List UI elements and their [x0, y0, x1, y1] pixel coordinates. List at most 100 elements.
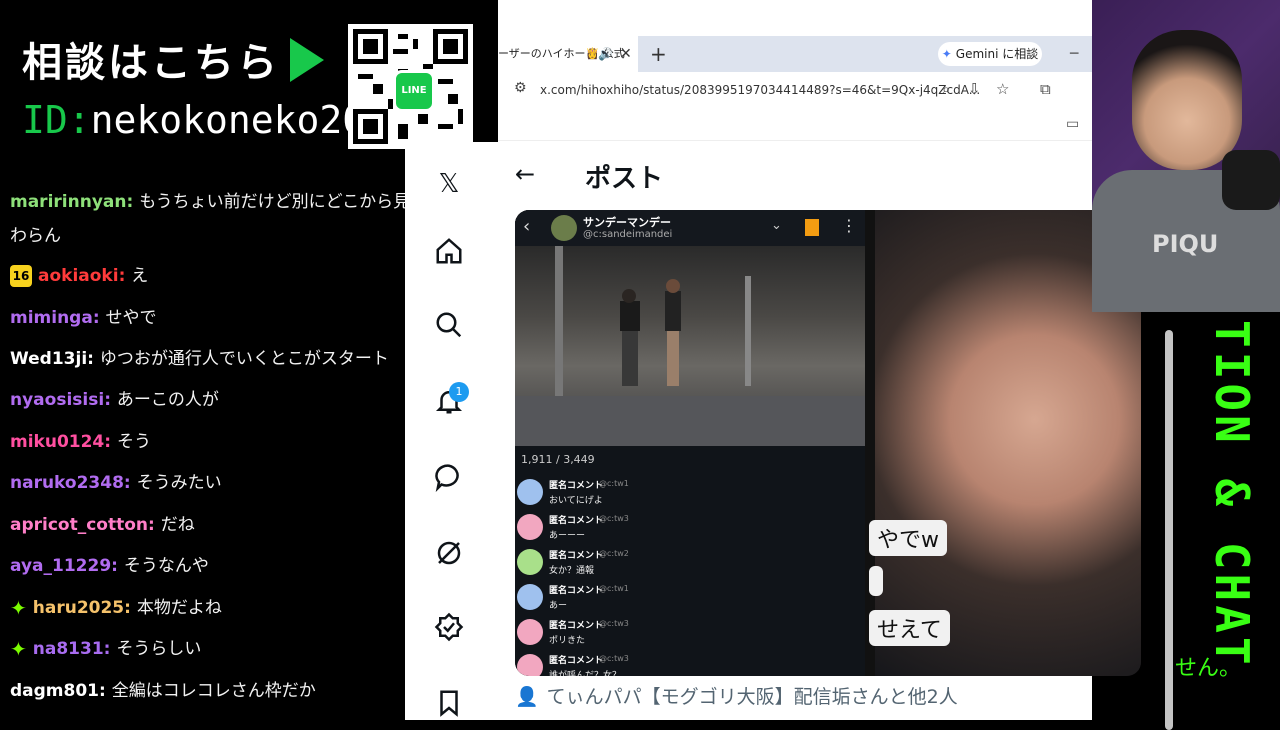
- chat-separator: :: [148, 515, 161, 535]
- chat-message: ✦ na8131: そうらしい: [10, 635, 405, 663]
- streamer-head: [1132, 30, 1242, 170]
- chat-text: ゆつおが通行人でいくとこがスタート: [99, 349, 389, 369]
- chat-text: あーこの人が: [116, 390, 219, 410]
- chat-username[interactable]: miminga: [10, 308, 93, 328]
- overlay-decoration: TION & CHAT せん。: [1175, 310, 1280, 720]
- chat-separator: :: [104, 390, 117, 410]
- viewer-count-text: 1,911 / 3,449: [521, 453, 595, 466]
- chat-separator: :: [103, 639, 117, 659]
- phone-comment: 匿名コメント @c:tw1 あー: [515, 581, 865, 615]
- comment-text: おいてにげよ: [549, 496, 603, 506]
- phone-comment: 匿名コメント @c:tw2 女か？通報: [515, 546, 865, 580]
- sparkle-badge-icon: ✦: [10, 596, 27, 620]
- browser-tab-active[interactable]: ーザーのハイホー👸 公式: [498, 36, 638, 72]
- chat-username[interactable]: na8131: [33, 639, 104, 659]
- chat-username[interactable]: maririnnyan: [10, 192, 126, 212]
- close-tab-icon[interactable]: ✕: [620, 36, 632, 72]
- overlay-vertical-text: TION & CHAT: [1205, 320, 1259, 669]
- chat-text: え: [131, 266, 149, 286]
- post-media[interactable]: ‹ サンデーマンデー @c:sandeimandei ⌄ ⋮ 1,911 / 3…: [515, 210, 1141, 676]
- comment-handle: @c:tw1: [599, 584, 629, 593]
- chat-message: dagm801: 全編はコレコレさん枠だか: [10, 677, 405, 705]
- embedded-phone-screen: ‹ サンデーマンデー @c:sandeimandei ⌄ ⋮ 1,911 / 3…: [515, 210, 865, 676]
- chat-username[interactable]: dagm801: [10, 681, 99, 701]
- comment-handle: @c:tw3: [599, 619, 629, 628]
- chat-username[interactable]: Wed13ji: [10, 349, 87, 369]
- smiley-avatar-icon: [517, 549, 543, 575]
- x-sidebar: 𝕏 1: [405, 142, 495, 720]
- phone-back-icon: ‹: [523, 216, 531, 237]
- comment-handle: @c:tw3: [599, 514, 629, 523]
- chat-separator: :: [99, 681, 112, 701]
- back-arrow-icon[interactable]: ←: [515, 160, 535, 188]
- chat-text: わらん: [10, 226, 61, 246]
- site-info-icon[interactable]: ⚙: [514, 80, 527, 96]
- phone-comment: 匿名コメント @c:tw3 誰が呼んだ？女？: [515, 651, 865, 676]
- comment-author: 匿名コメント: [549, 481, 604, 491]
- install-icon[interactable]: ⇩: [968, 80, 981, 98]
- comment-handle: @c:tw2: [599, 549, 629, 558]
- microphone: [1222, 150, 1280, 210]
- gemini-button[interactable]: ✦ Gemini に相談: [938, 42, 1042, 66]
- new-tab-button[interactable]: +: [650, 36, 667, 72]
- phone-comment: 匿名コメント @c:tw3 あーーー: [515, 511, 865, 545]
- banner-title: 相談はこちら: [22, 40, 280, 86]
- chat-username[interactable]: nyaosisisi: [10, 390, 104, 410]
- chat-username[interactable]: miku0124: [10, 432, 104, 452]
- chat-separator: :: [118, 266, 132, 286]
- id-label: ID:: [22, 98, 91, 142]
- extensions-icon[interactable]: ⧉: [1040, 80, 1051, 98]
- minimize-button[interactable]: ─: [1070, 36, 1078, 72]
- home-icon[interactable]: [431, 236, 467, 272]
- chat-text: せやで: [105, 308, 157, 328]
- more-icon: ⋮: [841, 216, 857, 235]
- tab-strip: ーザーのハイホー👸 公式 🔊 ✕ + ✦ Gemini に相談 ─: [498, 36, 1092, 72]
- search-icon[interactable]: [431, 310, 467, 346]
- chat-username[interactable]: apricot_cotton: [10, 515, 148, 535]
- url-text[interactable]: x.com/hihoxhiho/status/20839951970344144…: [540, 83, 980, 97]
- chat-separator: :: [92, 308, 106, 328]
- bookmark-star-icon[interactable]: ☆: [996, 80, 1009, 98]
- shirt-logo-text: PIQU: [1152, 230, 1219, 258]
- chat-message: 16 aokiaoki: え: [10, 262, 405, 290]
- chat-text: そう: [116, 432, 151, 452]
- phone-comment-list: 匿名コメント @c:tw1 おいてにげよ 匿名コメント @c:tw3 あーーー匿名コメント…: [515, 476, 865, 676]
- chat-message: nyaosisisi: あーこの人が: [10, 386, 405, 414]
- chat-text: そうみたい: [136, 473, 222, 493]
- message-icon[interactable]: [431, 462, 467, 498]
- chat-text: そうなんや: [123, 556, 209, 576]
- person-icon: 👤: [515, 686, 539, 708]
- chat-username[interactable]: haru2025: [33, 598, 124, 618]
- chat-username[interactable]: aya_11229: [10, 556, 111, 576]
- streamer-handle: @c:sandeimandei: [583, 229, 673, 240]
- chat-text: そうらしい: [116, 639, 202, 659]
- notification-count-badge: 1: [449, 382, 469, 402]
- speaker-icon[interactable]: 🔊: [598, 36, 613, 72]
- scrollbar[interactable]: [1165, 330, 1173, 730]
- comment-handle: @c:tw3: [599, 654, 629, 663]
- chat-message: miminga: せやで: [10, 304, 405, 332]
- chat-text: 全編はコレコレさん枠だか: [111, 681, 316, 701]
- comment-text: 女か？通報: [549, 566, 595, 576]
- chat-username[interactable]: aokiaoki: [38, 266, 119, 286]
- chat-username[interactable]: naruko2348: [10, 473, 124, 493]
- x-main-column: ← ポスト ‹ サンデーマンデー @c:sandeimandei ⌄ ⋮ 1,9…: [495, 142, 1173, 730]
- zoom-icon[interactable]: ⌕: [942, 80, 950, 98]
- comment-text: あーーー: [549, 531, 586, 541]
- grok-icon[interactable]: [431, 538, 467, 574]
- smiley-avatar-icon: [517, 654, 543, 676]
- smiley-avatar-icon: [517, 479, 543, 505]
- subtitle-line: せえて: [869, 610, 950, 646]
- chat-message: わらん: [10, 222, 405, 250]
- smiley-avatar-icon: [517, 514, 543, 540]
- phone-bookmark-icon: [805, 219, 819, 236]
- x-logo-icon[interactable]: 𝕏: [431, 166, 467, 202]
- bookmark-icon[interactable]: [431, 688, 467, 724]
- address-bar[interactable]: ⚙ x.com/hihoxhiho/status/208399519703441…: [498, 72, 1092, 110]
- post-context[interactable]: 👤 てぃんパパ【モグゴリ大阪】配信垢さんと他2人: [515, 682, 958, 709]
- overlay-bottom-text: せん。: [1175, 656, 1242, 681]
- verified-icon[interactable]: [431, 612, 467, 648]
- comment-author: 匿名コメント: [549, 551, 604, 561]
- viewer-count: 1,911 / 3,449: [515, 446, 865, 474]
- folder-icon[interactable]: ▭: [1066, 116, 1079, 132]
